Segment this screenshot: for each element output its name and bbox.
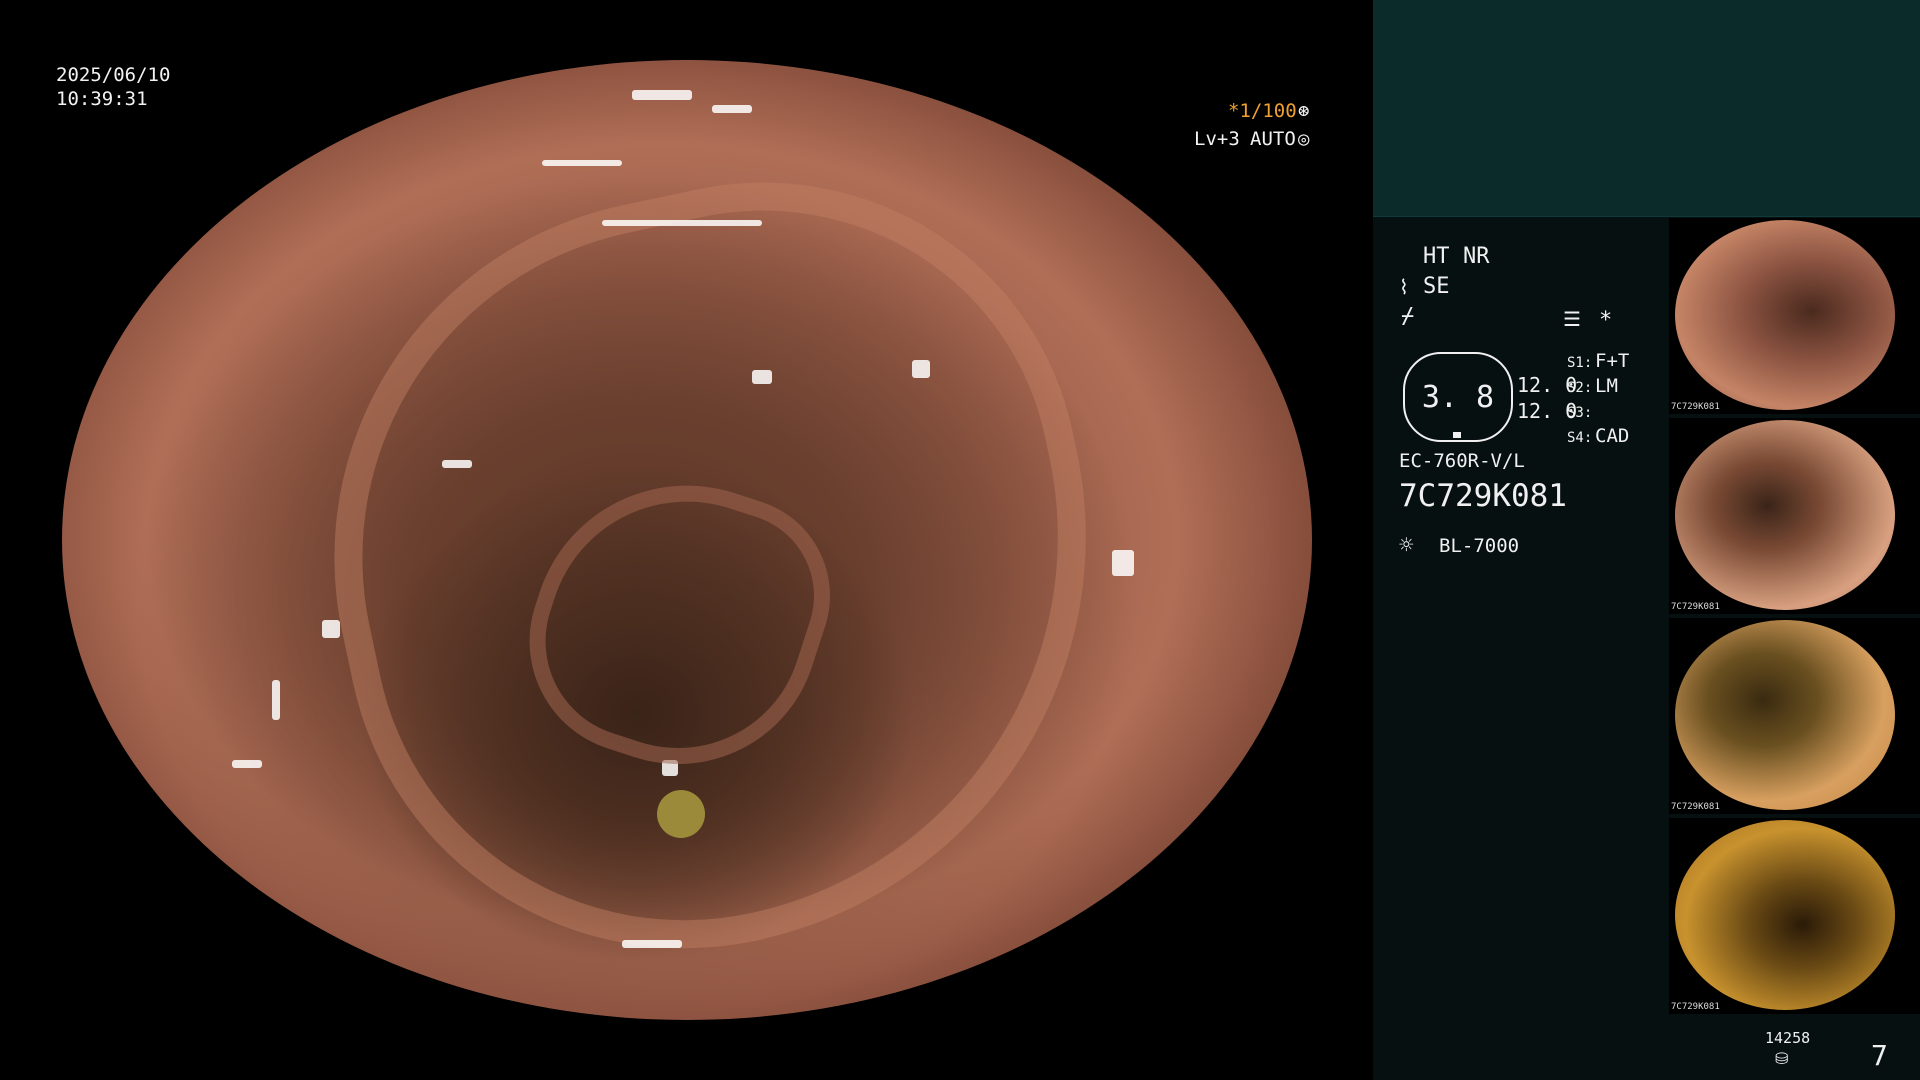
scope-model: EC-760R-V/L bbox=[1399, 450, 1525, 472]
s1-value: F+T bbox=[1595, 350, 1630, 372]
s4-value: CAD bbox=[1595, 425, 1630, 447]
time-text: 10:39:31 bbox=[56, 88, 148, 110]
light-source: BL-7000 bbox=[1439, 535, 1520, 557]
thumbnail-2[interactable]: 7C729K081 bbox=[1669, 418, 1920, 614]
level-text: Lv+3 bbox=[1194, 128, 1240, 150]
thumbnail-serial: 7C729K081 bbox=[1671, 602, 1720, 612]
bolt-icon: ⌿ bbox=[1401, 304, 1415, 329]
iris-icon: ◎ bbox=[1298, 128, 1310, 150]
endoscopic-image bbox=[62, 60, 1312, 1020]
disk-icon: ⛁ bbox=[1775, 1049, 1789, 1068]
s3-label: S3: bbox=[1567, 405, 1593, 421]
info-panel: HT NR ⌇ SE ⌿ ☰ * 3. 8 12. 0 12. 0 S1: F+… bbox=[1373, 0, 1920, 1080]
se-label: SE bbox=[1423, 274, 1450, 299]
exposure-text: AUTO bbox=[1250, 128, 1296, 150]
thumbnail-1[interactable]: 7C729K081 bbox=[1669, 218, 1920, 414]
image-count: 7 bbox=[1871, 1039, 1888, 1072]
menu-icon: ☰ bbox=[1563, 307, 1581, 331]
thumbnail-serial: 7C729K081 bbox=[1671, 1002, 1720, 1012]
s2-value: LM bbox=[1595, 375, 1618, 397]
storage-remaining: 14258 bbox=[1765, 1029, 1811, 1047]
star-label: * bbox=[1599, 308, 1613, 333]
s1-label: S1: bbox=[1567, 355, 1593, 371]
scope-serial: 7C729K081 bbox=[1399, 478, 1567, 514]
thumbnail-serial: 7C729K081 bbox=[1671, 402, 1720, 412]
brightness-indicator: 3. 8 bbox=[1403, 352, 1513, 442]
endoscope-view: 2025/06/10 10:39:31 *1/100 ⊛ Lv+3 AUTO ◎ bbox=[0, 0, 1373, 1080]
aperture-icon: ⊛ bbox=[1298, 100, 1310, 122]
preview-area bbox=[1373, 0, 1920, 217]
thumbnail-4[interactable]: 7C729K081 bbox=[1669, 818, 1920, 1014]
thumbnail-3[interactable]: 7C729K081 bbox=[1669, 618, 1920, 814]
date-text: 2025/06/10 bbox=[56, 64, 171, 86]
ht-label: HT bbox=[1423, 244, 1450, 269]
s2-label: S2: bbox=[1567, 380, 1593, 396]
scope-icon: ⌇ bbox=[1399, 275, 1409, 299]
nr-label: NR bbox=[1463, 244, 1490, 269]
thumbnail-serial: 7C729K081 bbox=[1671, 802, 1720, 812]
lamp-icon: ☼ bbox=[1399, 531, 1414, 559]
shutter-text: *1/100 bbox=[1228, 100, 1297, 122]
s4-label: S4: bbox=[1567, 430, 1593, 446]
brightness-value: 3. 8 bbox=[1421, 380, 1495, 415]
